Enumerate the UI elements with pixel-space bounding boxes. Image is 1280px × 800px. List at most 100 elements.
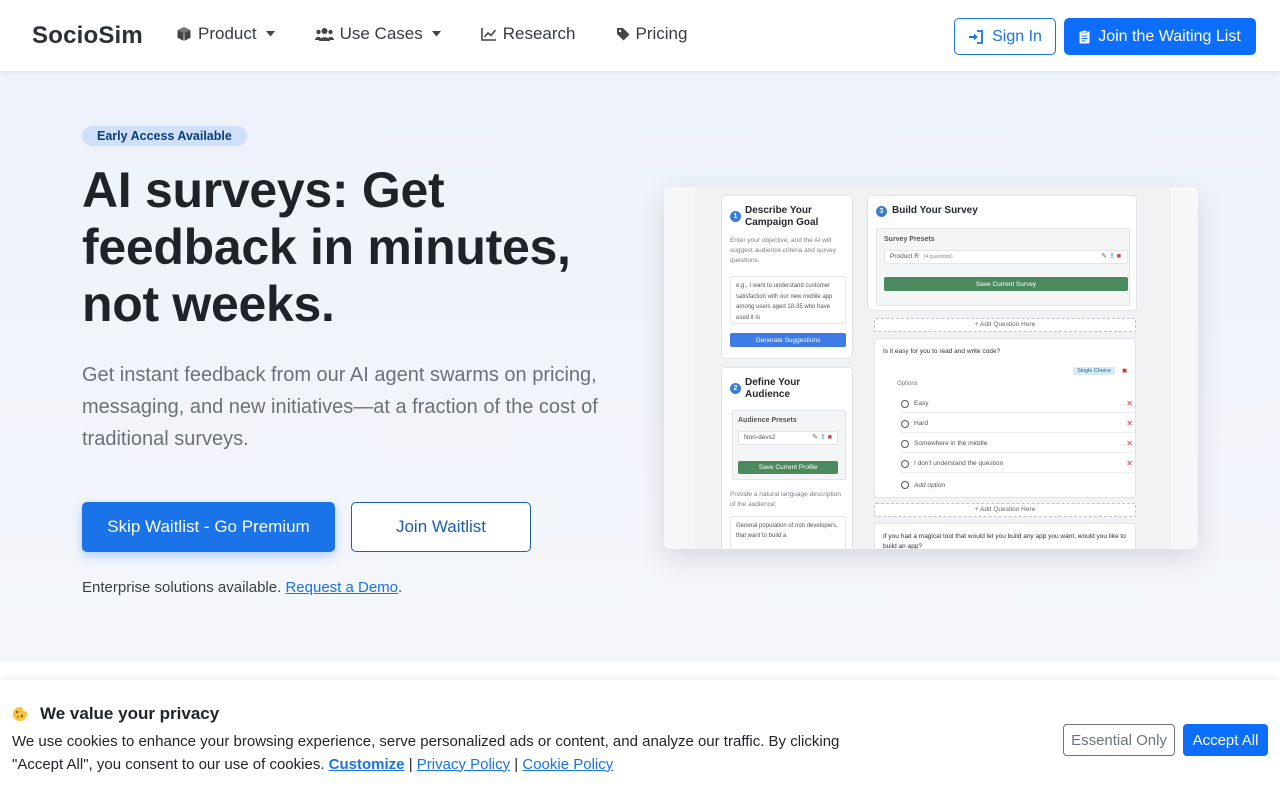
sign-in-label: Sign In xyxy=(992,27,1042,45)
save-profile-button[interactable]: Save Current Profile xyxy=(738,461,838,474)
question-text: If you had a magical tool that would let… xyxy=(883,533,1126,549)
survey-preset-row[interactable]: Product R (4 questions) ✎ ⇪ ■ xyxy=(884,250,1128,264)
remove-icon[interactable]: ✕ xyxy=(1126,399,1133,408)
app-preview-canvas: 1 Describe Your Campaign Goal Enter your… xyxy=(695,187,1171,549)
main-menu: Product Use Cases Research Pricing xyxy=(176,24,727,44)
separator: | xyxy=(408,755,413,773)
preset-name: Non-devs2 xyxy=(744,434,776,441)
trash-icon[interactable]: ■ xyxy=(1117,253,1121,260)
audience-preset-row[interactable]: Non-devs2 ✎ ⇪ ■ xyxy=(738,431,838,445)
audience-card: 2 Define Your Audience Audience Presets … xyxy=(721,367,853,549)
go-premium-button[interactable]: Skip Waitlist - Go Premium xyxy=(82,502,335,552)
add-option-label: Add option xyxy=(914,481,946,489)
option-label: Somewhere in the middle xyxy=(914,440,988,447)
audience-desc-label: Provide a natural language description o… xyxy=(730,491,841,508)
card-title: Build Your Survey xyxy=(892,205,978,216)
presets-label: Survey Presets xyxy=(884,236,935,243)
preset-actions: ✎ ⇪ ■ xyxy=(812,433,832,443)
nav-item-research[interactable]: Research xyxy=(480,24,576,44)
card-help-text: Enter your objective, and the AI will su… xyxy=(730,237,836,264)
nav-item-label: Research xyxy=(502,24,576,43)
accept-all-button[interactable]: Accept All xyxy=(1183,724,1268,756)
cookie-text: We use cookies to enhance your browsing … xyxy=(12,731,872,776)
pencil-icon[interactable]: ✎ xyxy=(1101,253,1107,260)
generate-suggestions-button[interactable]: Generate Suggestions xyxy=(730,333,846,347)
essential-only-button[interactable]: Essential Only xyxy=(1063,724,1175,756)
users-icon xyxy=(314,27,334,41)
join-waitlist-button[interactable]: Join Waitlist xyxy=(351,502,531,552)
cookie-policy-link[interactable]: Cookie Policy xyxy=(522,756,613,773)
remove-icon[interactable]: ✕ xyxy=(1126,459,1133,468)
question-text: Is it easy for you to read and write cod… xyxy=(883,348,1001,355)
upload-icon[interactable]: ⇪ xyxy=(1109,253,1115,260)
nav-item-label: Pricing xyxy=(635,24,688,43)
cookie-title: We value your privacy xyxy=(12,704,219,724)
enterprise-note: Enterprise solutions available. Request … xyxy=(82,579,402,596)
nav-item-label: Use Cases xyxy=(339,24,423,43)
question-card: Is it easy for you to read and write cod… xyxy=(874,338,1141,498)
app-preview-screenshot: 1 Describe Your Campaign Goal Enter your… xyxy=(664,187,1198,549)
option-row[interactable]: Easy ✕ xyxy=(901,395,1141,413)
separator: | xyxy=(514,755,519,773)
option-row[interactable]: I don't understand the question ✕ xyxy=(901,455,1141,473)
nav-item-use-cases[interactable]: Use Cases xyxy=(314,24,441,44)
enterprise-suffix: . xyxy=(398,579,403,596)
nav-item-label: Product xyxy=(198,24,257,43)
hero-section: Early Access Available AI surveys: Get f… xyxy=(0,72,1280,662)
pencil-icon[interactable]: ✎ xyxy=(812,434,818,441)
join-waiting-list-label: Join the Waiting List xyxy=(1098,27,1241,45)
remove-icon[interactable]: ✕ xyxy=(1126,439,1133,448)
option-label: Easy xyxy=(914,400,929,407)
hero-subheadline: Get instant feedback from our AI agent s… xyxy=(82,364,598,450)
step-number: 2 xyxy=(730,383,741,394)
option-label: Hard xyxy=(914,420,929,427)
preset-meta: (4 questions) xyxy=(923,254,953,260)
cookie-banner: We value your privacy We use cookies to … xyxy=(0,680,1280,800)
audience-textarea[interactable]: General population of non developers, th… xyxy=(730,516,846,549)
trash-icon[interactable]: ■ xyxy=(1122,366,1127,375)
option-row[interactable]: Hard ✕ xyxy=(901,415,1141,433)
radio-icon xyxy=(901,399,909,408)
early-access-badge: Early Access Available xyxy=(82,126,247,146)
hero-headline: AI surveys: Get feedback in minutes, not… xyxy=(82,162,571,332)
sign-in-button[interactable]: Sign In xyxy=(954,18,1056,55)
radio-icon xyxy=(901,419,909,428)
caret-down-icon xyxy=(265,31,275,37)
privacy-policy-link[interactable]: Privacy Policy xyxy=(417,756,510,773)
step-number: 1 xyxy=(730,211,741,222)
presets-label: Audience Presets xyxy=(738,417,797,424)
trash-icon[interactable]: ■ xyxy=(828,434,832,441)
top-navbar: SocioSim Product Use Cases Research Pric… xyxy=(0,0,1280,72)
radio-icon xyxy=(901,439,909,448)
preset-actions: ✎ ⇪ ■ xyxy=(1101,252,1121,262)
upload-icon[interactable]: ⇪ xyxy=(820,434,826,441)
nav-item-pricing[interactable]: Pricing xyxy=(616,24,688,44)
save-survey-button[interactable]: Save Current Survey xyxy=(884,277,1128,291)
cube-icon xyxy=(177,27,191,41)
request-demo-link[interactable]: Request a Demo xyxy=(285,579,398,596)
add-question-here[interactable]: + Add Question Here xyxy=(874,318,1136,332)
step-number: 3 xyxy=(876,206,887,217)
radio-icon xyxy=(901,459,909,468)
nav-item-product[interactable]: Product xyxy=(176,24,275,44)
add-option-row[interactable]: Add option xyxy=(901,476,1141,494)
brand-logo[interactable]: SocioSim xyxy=(32,22,143,50)
card-title: Describe Your Campaign Goal xyxy=(745,205,819,228)
goal-textarea[interactable]: e.g., I want to understand customer sati… xyxy=(730,276,846,324)
add-question-here[interactable]: + Add Question Here xyxy=(874,503,1136,517)
option-row[interactable]: Somewhere in the middle ✕ xyxy=(901,435,1141,453)
question-card: If you had a magical tool that would let… xyxy=(874,523,1136,549)
caret-down-icon xyxy=(431,31,441,37)
cookie-title-label: We value your privacy xyxy=(40,704,220,723)
question-type-pill: Single Choice xyxy=(1073,367,1115,375)
cookie-icon xyxy=(13,706,28,721)
campaign-goal-card: 1 Describe Your Campaign Goal Enter your… xyxy=(721,195,853,359)
options-label: Options xyxy=(897,381,918,387)
join-waiting-list-button[interactable]: Join the Waiting List xyxy=(1064,18,1256,55)
radio-icon xyxy=(901,481,909,489)
tag-icon xyxy=(616,27,629,40)
card-title: Define Your Audience xyxy=(745,377,801,400)
remove-icon[interactable]: ✕ xyxy=(1126,419,1133,428)
customize-link[interactable]: Customize xyxy=(329,756,405,773)
clipboard-icon xyxy=(1079,29,1090,43)
